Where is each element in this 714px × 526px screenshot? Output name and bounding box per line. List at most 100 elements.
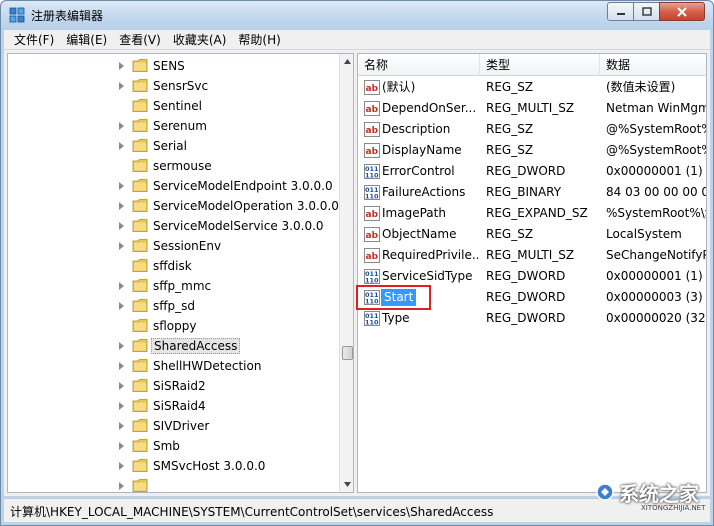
expand-arrow-icon[interactable] <box>119 242 124 250</box>
value-data-cell: LocalSystem <box>606 227 682 241</box>
menu-help[interactable]: 帮助(H) <box>232 30 286 50</box>
folder-icon <box>132 339 148 352</box>
svg-text:ab: ab <box>366 126 379 136</box>
values-list-pane[interactable]: 名称 类型 数据 ab (默认) REG_SZ (数值未设置) ab DependOnSe… <box>357 53 707 493</box>
expand-arrow-icon[interactable] <box>119 122 124 130</box>
window-title: 注册表编辑器 <box>31 9 104 23</box>
registry-value-row[interactable]: 011 110 ServiceSidType REG_DWORD 0x00000001 … <box>358 266 706 287</box>
title-bar[interactable]: 注册表编辑器 <box>1 1 713 30</box>
scroll-down-button[interactable] <box>340 477 353 492</box>
expand-arrow-icon[interactable] <box>119 402 124 410</box>
expand-arrow-icon[interactable] <box>119 362 124 370</box>
value-type-cell: REG_SZ <box>486 122 534 136</box>
column-header-name[interactable]: 名称 <box>358 54 480 76</box>
svg-text:ab: ab <box>366 252 379 262</box>
folder-icon <box>132 379 148 392</box>
close-button[interactable] <box>659 2 705 21</box>
tree-item[interactable]: SiSRaid4 <box>8 396 338 416</box>
expand-arrow-icon[interactable] <box>119 142 124 150</box>
expand-arrow-icon[interactable] <box>119 342 124 350</box>
tree-item[interactable]: SiSRaid2 <box>8 376 338 396</box>
expand-arrow-icon[interactable] <box>119 462 124 470</box>
expand-arrow-icon[interactable] <box>119 282 124 290</box>
value-data-cell: %SystemRoot%\S <box>606 206 707 220</box>
column-header-type[interactable]: 类型 <box>480 54 600 76</box>
registry-value-row[interactable]: ab RequiredPrivile... REG_MULTI_SZ SeChange… <box>358 245 707 266</box>
folder-icon <box>132 159 148 172</box>
tree-item[interactable]: ShellHWDetection <box>8 356 338 376</box>
folder-icon <box>132 419 148 432</box>
binary-value-icon: 011110 <box>364 185 380 200</box>
chevron-up-icon <box>344 59 351 64</box>
tree-item[interactable] <box>8 476 338 492</box>
column-header-data[interactable]: 数据 <box>600 54 706 76</box>
registry-value-row[interactable]: 011 110 FailureActions REG_BINARY 84 03 00 0… <box>358 182 706 203</box>
menu-edit[interactable]: 编辑(E) <box>60 30 113 50</box>
tree-item[interactable]: ServiceModelEndpoint 3.0.0.0 <box>8 176 338 196</box>
registry-value-row[interactable]: ab DisplayName REG_SZ @%SystemRoot% <box>358 140 706 161</box>
watermark-text: 系统之家 <box>619 481 699 506</box>
expand-arrow-icon[interactable] <box>119 482 124 490</box>
expand-arrow-icon[interactable] <box>119 62 124 70</box>
tree-item[interactable]: sffp_mmc <box>8 276 338 296</box>
expand-arrow-icon[interactable] <box>119 82 124 90</box>
value-name-cell: ImagePath <box>382 206 446 220</box>
chevron-down-icon <box>344 482 351 487</box>
svg-text:ab: ab <box>366 231 379 241</box>
expand-arrow-icon[interactable] <box>119 442 124 450</box>
registry-value-row[interactable]: ab DependOnSer... REG_MULTI_SZ Netman WinMg… <box>358 98 706 119</box>
value-name-cell: DependOnSer... <box>382 101 477 115</box>
expand-arrow-icon[interactable] <box>119 202 124 210</box>
value-type-cell: REG_BINARY <box>486 185 562 199</box>
tree-item[interactable]: sffp_sd <box>8 296 338 316</box>
value-type-cell: REG_MULTI_SZ <box>486 248 575 262</box>
folder-icon <box>132 239 148 252</box>
expand-arrow-icon[interactable] <box>119 222 124 230</box>
key-tree-pane[interactable]: SENS SensrSvc Sentinel Serenum Serial sermous… <box>7 53 354 493</box>
menu-view[interactable]: 查看(V) <box>113 30 167 50</box>
registry-value-row[interactable]: ab Description REG_SZ @%SystemRoot% <box>358 119 706 140</box>
status-path: 计算机\HKEY_LOCAL_MACHINE\SYSTEM\CurrentCon… <box>10 505 494 519</box>
watermark-subtext: XITONGZHIJIA.NET <box>641 504 706 512</box>
value-name-cell: Description <box>382 122 451 136</box>
registry-value-row[interactable]: ab ObjectName REG_SZ LocalSystem <box>358 224 706 245</box>
expand-arrow-icon[interactable] <box>119 382 124 390</box>
tree-item[interactable]: SensrSvc <box>8 76 338 96</box>
tree-item[interactable]: sfloppy <box>8 316 338 336</box>
tree-item[interactable]: Serenum <box>8 116 338 136</box>
binary-value-icon: 011110 <box>364 311 380 326</box>
menu-file[interactable]: 文件(F) <box>4 30 60 50</box>
tree-item[interactable]: ServiceModelOperation 3.0.0.0 <box>8 196 339 216</box>
scroll-up-button[interactable] <box>340 54 353 69</box>
tree-item-label: Serenum <box>153 119 207 133</box>
scroll-thumb[interactable] <box>342 346 353 360</box>
minimize-button[interactable] <box>607 2 634 21</box>
expand-arrow-icon[interactable] <box>119 182 124 190</box>
string-value-icon: ab <box>364 248 380 263</box>
binary-value-icon: 011110 <box>364 164 380 179</box>
tree-item[interactable]: sermouse <box>8 156 338 176</box>
tree-item[interactable]: SMSvcHost 3.0.0.0 <box>8 456 338 476</box>
tree-item[interactable]: sffdisk <box>8 256 338 276</box>
expand-arrow-icon[interactable] <box>119 302 124 310</box>
tree-vertical-scrollbar[interactable] <box>339 54 353 492</box>
tree-item-label: SensrSvc <box>153 79 209 93</box>
tree-item[interactable]: SIVDriver <box>8 416 338 436</box>
maximize-button[interactable] <box>633 2 660 21</box>
tree-item[interactable]: SessionEnv <box>8 236 338 256</box>
tree-item[interactable]: Serial <box>8 136 338 156</box>
folder-icon <box>132 119 148 132</box>
registry-value-row[interactable]: 011 110 ErrorControl REG_DWORD 0x00000001 (1… <box>358 161 706 182</box>
tree-item[interactable]: ServiceModelService 3.0.0.0 <box>8 216 338 236</box>
registry-value-row[interactable]: 011 110 Type REG_DWORD 0x00000020 (32) <box>358 308 706 329</box>
tree-item[interactable]: SENS <box>8 56 338 76</box>
tree-item[interactable]: Sentinel <box>8 96 338 116</box>
menu-favorites[interactable]: 收藏夹(A) <box>167 30 233 50</box>
expand-arrow-icon[interactable] <box>119 422 124 430</box>
watermark-icon <box>596 483 614 501</box>
registry-value-row[interactable]: ab (默认) REG_SZ (数值未设置) <box>358 77 706 98</box>
tree-item[interactable]: SharedAccess <box>8 336 338 356</box>
value-data-cell: SeChangeNotifyP <box>606 248 707 262</box>
registry-value-row[interactable]: ab ImagePath REG_EXPAND_SZ %SystemRoot%\S <box>358 203 707 224</box>
tree-item[interactable]: Smb <box>8 436 338 456</box>
